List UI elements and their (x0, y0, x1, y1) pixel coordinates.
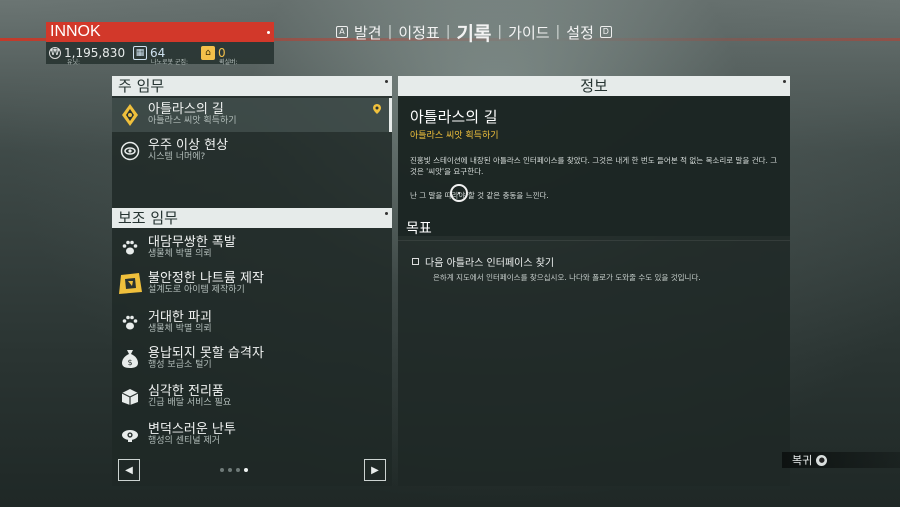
divider (398, 240, 790, 241)
pagination: ◀ ▶ (112, 456, 392, 484)
side-missions-title: 보조 임무 (118, 209, 178, 227)
player-menu-dot (267, 30, 270, 34)
mouse-button-icon: ● (816, 454, 828, 466)
mission-subtitle: 생물체 박멸 의뢰 (148, 324, 212, 335)
quicksilver-icon: ⌂ (201, 46, 215, 60)
top-navigation: A 발견 | 이정표 | 기록 | 가이드 | 설정 D (336, 19, 612, 46)
return-label: 복귀 (792, 454, 813, 467)
player-name-bar: INNOK (46, 22, 274, 42)
mission-subtitle: 긴급 배달 서비스 필요 (148, 398, 232, 409)
tab-log[interactable]: 기록 (456, 19, 491, 46)
paw-icon (112, 314, 148, 332)
main-missions-title: 주 임무 (118, 77, 165, 95)
nav-separator: | (387, 24, 393, 40)
info-panel: 정보 아틀라스의 길 아틀라스 씨앗 획득하기 진홍빛 스테이션에 내장된 아틀… (398, 76, 790, 486)
mission-space-anomaly[interactable]: 우주 이상 현상 시스템 너머에? (112, 134, 392, 168)
package-icon (112, 388, 148, 406)
nav-separator: | (497, 24, 503, 40)
nanites-label: 나노로봇 군집: (151, 59, 189, 66)
sentinel-icon (112, 427, 148, 443)
header-dot (385, 212, 388, 215)
mission-great-destruction[interactable]: 거대한 파괴 생물체 박멸 의뢰 (112, 306, 392, 340)
quicksilver-stat: ⌂ 0 퀵실버: (201, 46, 271, 66)
tab-milestones[interactable]: 이정표 (398, 22, 439, 43)
detail-subtitle: 아틀라스 씨앗 획득하기 (410, 131, 499, 141)
units-icon: ₩ (49, 47, 61, 59)
goal-description: 은하계 지도에서 인터페이스를 찾으십시오. 나다와 폴로가 도와줄 수도 있을… (433, 273, 701, 282)
next-page-button[interactable]: ▶ (364, 459, 386, 481)
money-bag-icon: $ (112, 349, 148, 369)
mission-subtitle: 설계도로 아이템 제작하기 (148, 285, 245, 296)
mission-subtitle: 시스템 너머에? (148, 152, 206, 163)
goal-title: 다음 아틀라스 인터페이스 찾기 (425, 258, 555, 269)
detail-title: 아틀라스의 길 (410, 108, 498, 126)
prev-page-button[interactable]: ◀ (118, 459, 140, 481)
mission-subtitle: 생물체 박멸 의뢰 (148, 249, 212, 260)
mission-bold-blast[interactable]: 대담무쌍한 폭발 생물체 박멸 의뢰 (112, 231, 392, 265)
player-card: INNOK ₩ 1,195,830 유닛: ▦ 64 나노로봇 군집: ⌂ 0 … (46, 22, 274, 66)
mission-fickle-brawl[interactable]: 변덕스러운 난투 행성의 센티널 제거 (112, 418, 392, 452)
side-missions-header: 보조 임무 (112, 208, 392, 228)
location-pin-icon (373, 104, 381, 114)
page-dot (228, 468, 232, 472)
svg-text:$: $ (127, 358, 132, 367)
return-button[interactable]: 복귀 ● (782, 452, 900, 468)
goal-checkbox (412, 258, 419, 265)
mission-atlas-path[interactable]: 아틀라스의 길 아틀라스 씨앗 획득하기 (112, 98, 392, 132)
nanites-icon: ▦ (133, 46, 147, 60)
units-stat: ₩ 1,195,830 유닛: (49, 46, 129, 66)
info-header-title: 정보 (580, 77, 608, 95)
goal-item: 다음 아틀라스 인터페이스 찾기 은하계 지도에서 인터페이스를 찾으십시오. … (412, 254, 733, 284)
mission-list-panel: 주 임무 아틀라스의 길 아틀라스 씨앗 획득하기 우주 이상 현상 시스템 너… (112, 76, 392, 486)
player-name: INNOK (50, 23, 101, 40)
mission-subtitle: 아틀라스 씨앗 획득하기 (148, 116, 237, 127)
mission-unstable-sodium[interactable]: 불안정한 나트륨 제작 설계도로 아이템 제작하기 (112, 267, 392, 301)
cursor-icon (450, 184, 468, 202)
nanites-stat: ▦ 64 나노로봇 군집: (133, 46, 197, 66)
tab-discoveries[interactable]: 발견 (354, 22, 382, 43)
page-dot (236, 468, 240, 472)
header-dot (385, 80, 388, 83)
currency-bar: ₩ 1,195,830 유닛: ▦ 64 나노로봇 군집: ⌂ 0 퀵실버: (46, 42, 274, 66)
header-dot (783, 80, 786, 83)
main-missions-header: 주 임무 (112, 76, 392, 96)
mission-detail: 아틀라스의 길 아틀라스 씨앗 획득하기 진홍빛 스테이션에 내장된 아틀라스 … (398, 96, 790, 236)
mission-intolerable-raider[interactable]: $ 용납되지 못할 습격자 행성 보급소 털기 (112, 342, 392, 376)
tab-guide[interactable]: 가이드 (508, 22, 549, 43)
next-tab-key[interactable]: D (599, 26, 612, 38)
detail-description: 진홍빛 스테이션에 내장된 아틀라스 인터페이스를 찾았다. 그것은 내게 한 … (410, 156, 778, 177)
mission-subtitle: 행성 보급소 털기 (148, 360, 212, 371)
page-indicator (220, 468, 248, 472)
nav-separator: | (445, 24, 451, 40)
mission-serious-loot[interactable]: 심각한 전리품 긴급 배달 서비스 필요 (112, 380, 392, 414)
blueprint-icon (112, 272, 148, 296)
tab-settings[interactable]: 설정 (566, 22, 594, 43)
anomaly-icon (112, 141, 148, 161)
nav-separator: | (555, 24, 561, 40)
goals-heading: 목표 (406, 221, 432, 237)
paw-icon (112, 239, 148, 257)
atlas-icon (112, 103, 148, 127)
quicksilver-label: 퀵실버: (219, 59, 238, 66)
info-header: 정보 (398, 76, 790, 96)
page-dot-active (244, 468, 248, 472)
prev-tab-key[interactable]: A (336, 26, 348, 38)
mission-subtitle: 행성의 센티널 제거 (148, 436, 220, 447)
page-dot (220, 468, 224, 472)
units-label: 유닛: (67, 59, 81, 66)
